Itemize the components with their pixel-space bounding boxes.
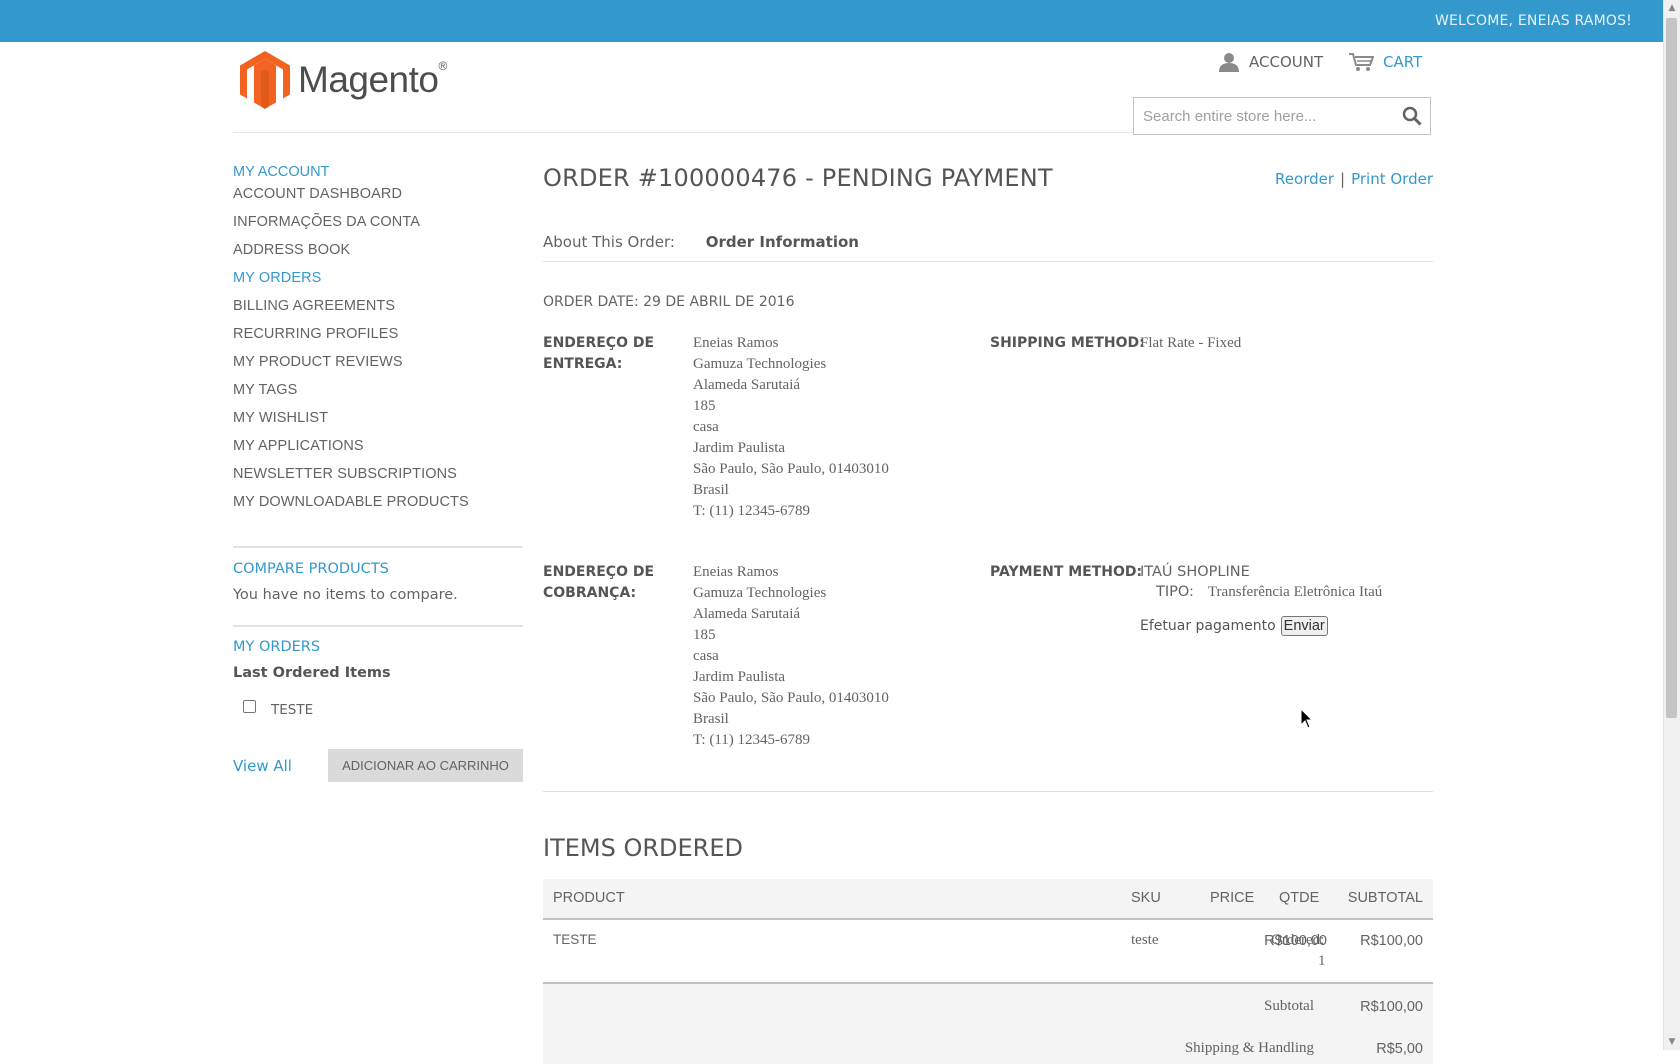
logo-wordmark: Magento® xyxy=(298,59,447,100)
col-product: PRODUCT xyxy=(553,890,625,906)
view-all-link[interactable]: View All xyxy=(233,757,292,775)
order-actions: Reorder | Print Order xyxy=(1275,170,1433,188)
cart-icon xyxy=(1349,53,1374,71)
nav-item-downloadable-products[interactable]: MY DOWNLOADABLE PRODUCTS xyxy=(233,488,523,516)
order-date: ORDER DATE: 29 DE ABRIL DE 2016 xyxy=(543,294,795,310)
scroll-up-icon[interactable]: ▲ xyxy=(1664,0,1680,16)
search-box xyxy=(1133,97,1431,135)
nav-item-address-book[interactable]: ADDRESS BOOK xyxy=(233,236,523,264)
nav-item-recurring-profiles[interactable]: RECURRING PROFILES xyxy=(233,320,523,348)
payment-method-value: ITAÚ SHOPLINE xyxy=(1140,564,1250,580)
table-row: TESTE teste R$100,00 Ordered: 1 R$100,00 xyxy=(543,920,1433,984)
row-qty-label: Ordered: xyxy=(1271,932,1325,948)
row-product: TESTE xyxy=(553,932,597,947)
my-account-title: MY ACCOUNT xyxy=(233,164,330,180)
account-user-icon xyxy=(1219,53,1239,72)
payment-action: Efetuar pagamento Enviar xyxy=(1140,616,1328,636)
billing-address-label: ENDEREÇO DE COBRANÇA: xyxy=(543,564,655,601)
payment-action-label: Efetuar pagamento xyxy=(1140,618,1276,634)
last-ordered-title: Last Ordered Items xyxy=(233,665,391,681)
billing-address: Eneias Ramos Gamuza Technologies Alameda… xyxy=(693,564,889,748)
col-subtotal: SUBTOTAL xyxy=(1347,890,1423,906)
nav-item-account-dashboard[interactable]: ACCOUNT DASHBOARD xyxy=(233,180,523,208)
actions-separator: | xyxy=(1340,170,1346,188)
totals-subtotal-label: Subtotal xyxy=(1263,998,1314,1014)
search-input[interactable] xyxy=(1134,98,1402,134)
table-header: PRODUCT SKU PRICE QTDE SUBTOTAL xyxy=(543,879,1433,920)
welcome-message: WELCOME, ENEIAS RAMOS! xyxy=(1434,13,1632,29)
about-this-order: About This Order: Order Information xyxy=(543,233,859,251)
reorder-link[interactable]: Reorder xyxy=(1275,170,1334,188)
totals-shipping-value: R$5,00 xyxy=(1376,1041,1423,1057)
nav-item-billing-agreements[interactable]: BILLING AGREEMENTS xyxy=(233,292,523,320)
last-ordered-checkbox[interactable] xyxy=(243,700,256,717)
payment-type-value: Transferência Eletrônica Itaú xyxy=(1207,584,1383,600)
nav-item-account-information[interactable]: INFORMAÇÕES DA CONTA xyxy=(233,208,523,236)
nav-item-my-tags[interactable]: MY TAGS xyxy=(233,376,523,404)
payment-method-label: PAYMENT METHOD: xyxy=(990,564,1143,580)
store-logo[interactable]: Magento® xyxy=(240,50,447,110)
tab-order-information[interactable]: Order Information xyxy=(706,233,859,251)
header-divider xyxy=(233,132,1133,133)
payment-type: TIPO: Transferência Eletrônica Itaú xyxy=(1156,584,1382,601)
nav-item-newsletter[interactable]: NEWSLETTER SUBSCRIPTIONS xyxy=(233,460,523,488)
row-sku: teste xyxy=(1131,932,1159,948)
compare-products-title: COMPARE PRODUCTS xyxy=(233,561,389,577)
cart-link[interactable]: CART xyxy=(1348,52,1422,72)
nav-item-my-applications[interactable]: MY APPLICATIONS xyxy=(233,432,523,460)
table-totals: Subtotal R$100,00 Shipping & Handling R$… xyxy=(543,984,1433,1064)
nav-item-my-wishlist[interactable]: MY WISHLIST xyxy=(233,404,523,432)
items-table: PRODUCT SKU PRICE QTDE SUBTOTAL TESTE te… xyxy=(543,879,1433,1064)
row-subtotal: R$100,00 xyxy=(1360,933,1423,949)
payment-type-label: TIPO: xyxy=(1156,584,1194,600)
cart-label: CART xyxy=(1383,53,1423,71)
page-scrollbar[interactable]: ▲ ▼ xyxy=(1663,0,1680,1050)
items-ordered-title: ITEMS ORDERED xyxy=(543,834,744,862)
account-nav: ACCOUNT DASHBOARD INFORMAÇÕES DA CONTA A… xyxy=(233,180,523,516)
shipping-method-value: Flat Rate - Fixed xyxy=(1140,335,1242,351)
about-label: About This Order: xyxy=(543,233,675,251)
col-sku: SKU xyxy=(1131,890,1161,906)
account-link[interactable]: ACCOUNT xyxy=(1218,52,1323,72)
about-divider xyxy=(543,261,1433,262)
print-order-link[interactable]: Print Order xyxy=(1351,170,1433,188)
mouse-cursor-icon xyxy=(1300,708,1314,729)
my-orders-title[interactable]: MY ORDERS xyxy=(233,639,320,655)
nav-item-product-reviews[interactable]: MY PRODUCT REVIEWS xyxy=(233,348,523,376)
magento-logo-icon xyxy=(240,51,290,109)
sidebar-divider xyxy=(233,546,523,548)
row-qty-value: 1 xyxy=(1318,953,1326,969)
col-qty: QTDE xyxy=(1279,890,1320,906)
col-price: PRICE xyxy=(1210,890,1255,906)
add-to-cart-button[interactable]: ADICIONAR AO CARRINHO xyxy=(328,749,523,782)
last-ordered-item-name: TESTE xyxy=(271,702,314,718)
totals-shipping-label: Shipping & Handling xyxy=(1184,1040,1314,1056)
scrollbar-thumb[interactable] xyxy=(1666,18,1677,718)
section-divider xyxy=(543,791,1433,792)
account-sidebar: MY ACCOUNT ACCOUNT DASHBOARD INFORMAÇÕES… xyxy=(233,164,523,516)
page-title: ORDER #100000476 - PENDING PAYMENT xyxy=(543,164,1053,192)
shipping-address: Eneias Ramos Gamuza Technologies Alameda… xyxy=(693,335,889,519)
account-label: ACCOUNT xyxy=(1249,53,1324,71)
shipping-address-label: ENDEREÇO DE ENTREGA: xyxy=(543,335,655,372)
shipping-method-label: SHIPPING METHOD: xyxy=(990,335,1145,351)
sidebar-divider xyxy=(233,625,523,627)
compare-empty-text: You have no items to compare. xyxy=(233,587,458,603)
totals-subtotal-value: R$100,00 xyxy=(1360,999,1423,1015)
send-payment-button[interactable]: Enviar xyxy=(1280,616,1328,636)
search-icon[interactable] xyxy=(1402,106,1422,130)
welcome-bar: WELCOME, ENEIAS RAMOS! xyxy=(0,0,1664,42)
nav-item-my-orders[interactable]: MY ORDERS xyxy=(233,264,523,292)
scroll-down-icon[interactable]: ▼ xyxy=(1664,1034,1680,1050)
